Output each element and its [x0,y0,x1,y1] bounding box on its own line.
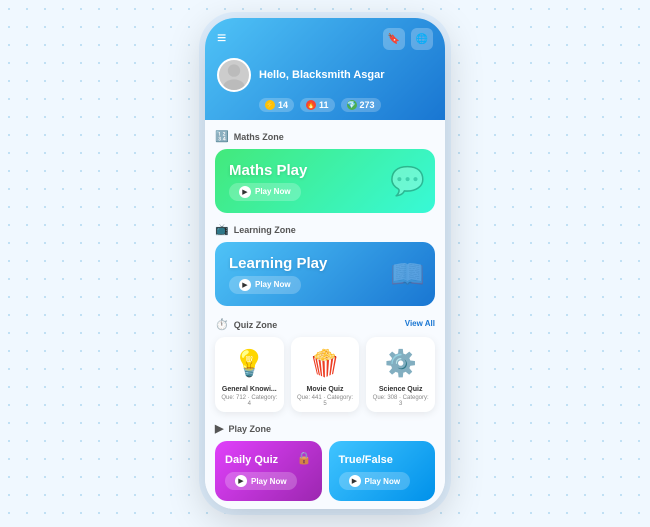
daily-quiz-card[interactable]: Daily Quiz 🔒 ▶ Play Now [215,441,322,501]
quiz-card-general[interactable]: 💡 General Knowi... Que: 712 · Category: … [215,337,284,412]
truefalse-title: True/False [339,454,426,466]
lock-icon: 🔒 [297,451,312,465]
quiz-zone-label: ⏱️ Quiz Zone [215,318,277,331]
truefalse-play-button[interactable]: ▶ Play Now [339,472,411,490]
truefalse-play-icon: ▶ [349,475,361,487]
movie-quiz-name: Movie Quiz [307,386,344,393]
gems-dot: 💎 [347,100,357,110]
header: ≡ 🔖 🌐 Hello, Blacksmith Asgar ⚡ [205,18,445,120]
menu-icon[interactable]: ≡ [217,30,227,48]
maths-zone-label: 🔢 Maths Zone [215,130,435,143]
movie-quiz-icon: 🍿 [306,344,344,382]
play-zone-text: Play Zone [228,424,271,434]
avatar [217,58,251,92]
general-quiz-icon: 💡 [230,344,268,382]
daily-play-button[interactable]: ▶ Play Now [225,472,297,490]
quiz-zone-header: ⏱️ Quiz Zone View All [215,316,435,331]
maths-play-button[interactable]: ▶ Play Now [229,183,301,201]
stat-badge-fire: 🔥 11 [300,98,335,112]
truefalse-card[interactable]: True/False ▶ Play Now [329,441,436,501]
play-zone-icon: ▶ [215,422,223,435]
learning-zone-text: Learning Zone [234,225,296,235]
stat-badge-streak: ⚡ 14 [259,98,294,112]
learning-play-card[interactable]: Learning Play ▶ Play Now 📖 [215,242,435,306]
streak-value: 14 [278,100,288,110]
quiz-zone-text: Quiz Zone [234,320,278,330]
science-quiz-icon: ⚙️ [382,344,420,382]
stats-row: ⚡ 14 🔥 11 💎 273 [259,98,433,112]
fire-dot: 🔥 [306,100,316,110]
view-all-button[interactable]: View All [405,319,435,328]
header-top: ≡ 🔖 🌐 [217,28,433,50]
learning-zone-label: 📺 Learning Zone [215,223,435,236]
maths-zone-icon: 🔢 [215,130,229,143]
fire-value: 11 [319,100,329,110]
user-row: Hello, Blacksmith Asgar [217,58,433,92]
play-zone-label: ▶ Play Zone [215,422,435,435]
quiz-cards-row: 💡 General Knowi... Que: 712 · Category: … [215,337,435,412]
general-quiz-name: General Knowi... [222,386,277,393]
stat-badge-gems: 💎 273 [341,98,381,112]
maths-play-card[interactable]: Maths Play ▶ Play Now 💬 [215,149,435,213]
truefalse-play-label: Play Now [365,477,401,486]
learning-play-icon: ▶ [239,279,251,291]
learning-zone-icon: 📺 [215,223,229,236]
main-content: 🔢 Maths Zone Maths Play ▶ Play Now 💬 📺 L… [205,120,445,509]
maths-play-icon: ▶ [239,186,251,198]
gems-value: 273 [360,100,375,110]
maths-play-label: Play Now [255,187,291,196]
maths-zone-text: Maths Zone [234,132,284,142]
general-quiz-sub: Que: 712 · Category: 4 [220,395,279,407]
daily-play-label: Play Now [251,477,287,486]
quiz-zone-icon: ⏱️ [215,318,229,331]
learning-play-label: Play Now [255,280,291,289]
streak-dot: ⚡ [265,100,275,110]
quiz-card-science[interactable]: ⚙️ Science Quiz Que: 308 · Category: 3 [366,337,435,412]
maths-watermark: 💬 [390,165,425,198]
daily-play-icon: ▶ [235,475,247,487]
phone-frame: ≡ 🔖 🌐 Hello, Blacksmith Asgar ⚡ [205,18,445,509]
learning-watermark: 📖 [390,258,425,291]
user-greeting: Hello, Blacksmith Asgar [259,69,385,81]
bookmark-button[interactable]: 🔖 [383,28,405,50]
science-quiz-name: Science Quiz [379,386,423,393]
movie-quiz-sub: Que: 441 · Category: 5 [296,395,355,407]
quiz-card-movie[interactable]: 🍿 Movie Quiz Que: 441 · Category: 5 [291,337,360,412]
science-quiz-sub: Que: 308 · Category: 3 [371,395,430,407]
translate-button[interactable]: 🌐 [411,28,433,50]
learning-play-button[interactable]: ▶ Play Now [229,276,301,294]
header-icons: 🔖 🌐 [383,28,433,50]
play-zone-row: Daily Quiz 🔒 ▶ Play Now True/False ▶ Pla… [215,441,435,501]
